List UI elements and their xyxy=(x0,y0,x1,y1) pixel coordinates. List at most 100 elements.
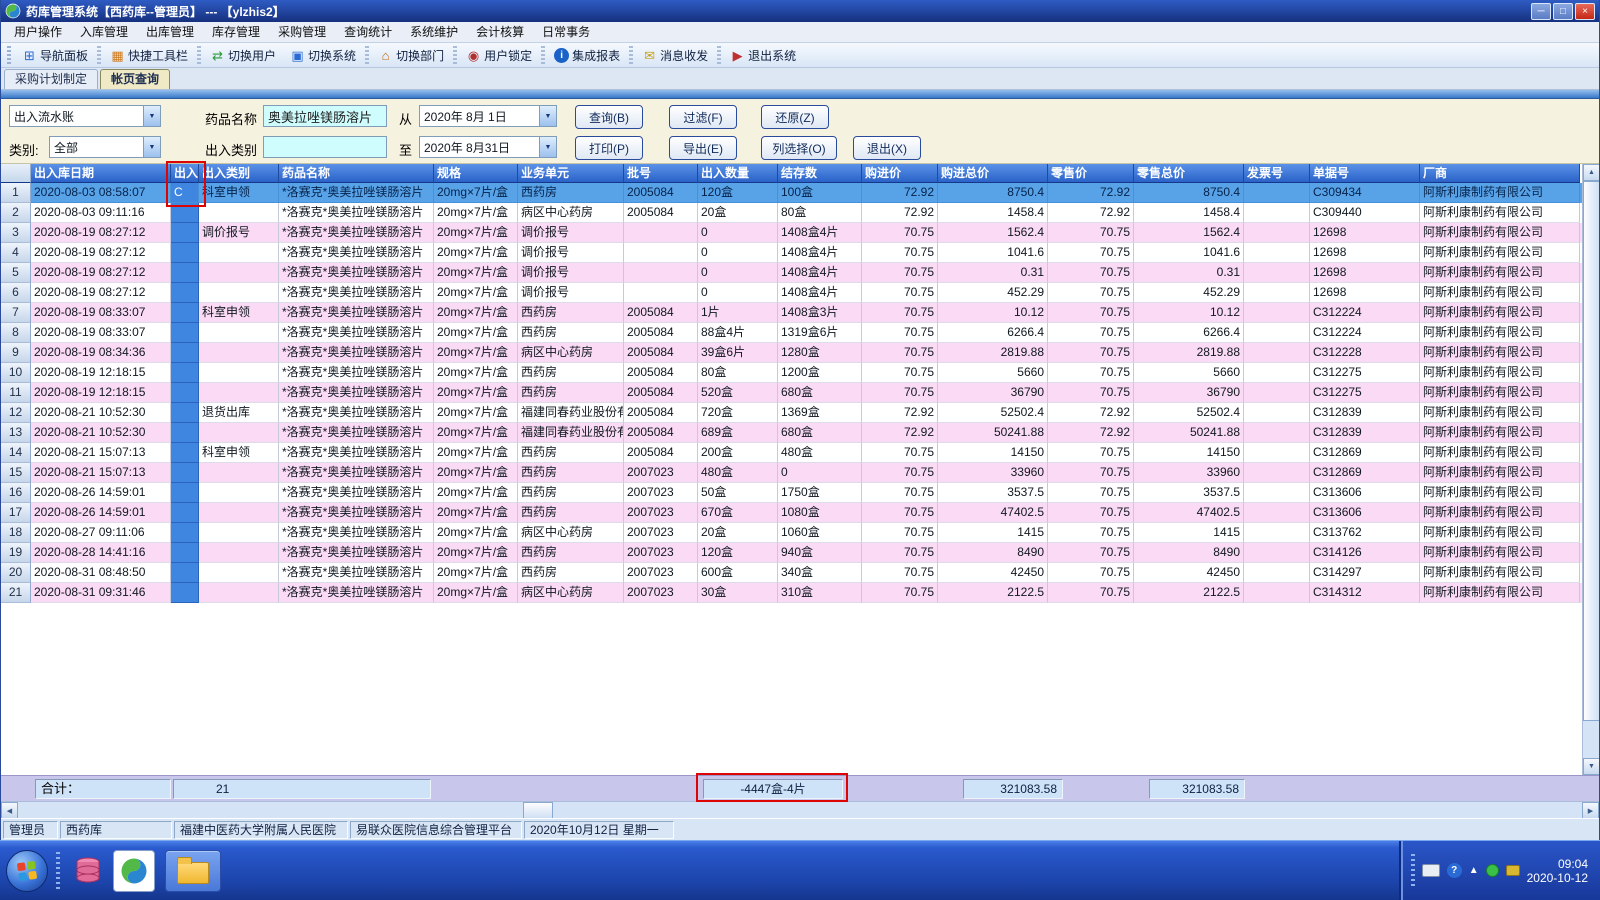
cell-retail-price[interactable]: 72.92 xyxy=(1048,403,1134,423)
cell-date[interactable]: 2020-08-21 15:07:13 xyxy=(31,463,171,483)
menu-item[interactable]: 会计核算 xyxy=(467,22,533,43)
toolbar-reports[interactable]: i 集成报表 xyxy=(547,44,627,67)
cell-retail-total[interactable]: 47402.5 xyxy=(1134,503,1244,523)
cell-retail-total[interactable]: 8750.4 xyxy=(1134,183,1244,203)
column-header-manufacturer[interactable]: 厂商 xyxy=(1420,164,1580,183)
cell-inout[interactable] xyxy=(171,423,199,443)
cell-batch-no[interactable] xyxy=(624,263,698,283)
cell-batch-no[interactable] xyxy=(624,243,698,263)
cell-spec[interactable]: 20mg×7片/盒 xyxy=(434,183,518,203)
horizontal-scrollbar[interactable]: ◀ ▶ xyxy=(1,801,1599,818)
cell-purchase-total[interactable]: 452.29 xyxy=(938,283,1048,303)
cell-business-unit[interactable]: 病区中心药房 xyxy=(518,203,624,223)
cell-drug-name[interactable]: *洛赛克*奥美拉唑镁肠溶片 xyxy=(279,223,434,243)
table-row[interactable]: 7 2020-08-19 08:33:07 科室申领 *洛赛克*奥美拉唑镁肠溶片 20m… xyxy=(1,303,1599,323)
cell-balance[interactable]: 1408盒4片 xyxy=(778,283,862,303)
cell-inout-type[interactable]: 科室申领 xyxy=(199,443,279,463)
column-header-business-unit[interactable]: 业务单元 xyxy=(518,164,624,183)
cell-manufacturer[interactable]: 阿斯利康制药有限公司 xyxy=(1420,583,1580,603)
cell-manufacturer[interactable]: 阿斯利康制药有限公司 xyxy=(1420,383,1580,403)
cell-business-unit[interactable]: 病区中心药房 xyxy=(518,343,624,363)
cell-invoice-no[interactable] xyxy=(1244,343,1310,363)
cell-purchase-total[interactable]: 36790 xyxy=(938,383,1048,403)
cell-purchase-price[interactable]: 70.75 xyxy=(862,483,938,503)
cell-business-unit[interactable]: 西药房 xyxy=(518,563,624,583)
cell-inout[interactable] xyxy=(171,543,199,563)
cell-batch-no[interactable]: 2007023 xyxy=(624,483,698,503)
cell-inout[interactable] xyxy=(171,503,199,523)
restore-button[interactable]: 还原(Z) xyxy=(761,105,829,129)
cell-date[interactable]: 2020-08-19 08:27:12 xyxy=(31,283,171,303)
cell-retail-total[interactable]: 50241.88 xyxy=(1134,423,1244,443)
cell-manufacturer[interactable]: 阿斯利康制药有限公司 xyxy=(1420,363,1580,383)
table-row[interactable]: 9 2020-08-19 08:34:36 *洛赛克*奥美拉唑镁肠溶片 20mg×7片… xyxy=(1,343,1599,363)
cell-retail-price[interactable]: 70.75 xyxy=(1048,343,1134,363)
cell-inout-type[interactable] xyxy=(199,463,279,483)
cell-date[interactable]: 2020-08-21 15:07:13 xyxy=(31,443,171,463)
cell-invoice-no[interactable] xyxy=(1244,463,1310,483)
from-date-select[interactable]: 2020年 8月 1日 ▼ xyxy=(419,105,557,127)
cell-quantity[interactable]: 0 xyxy=(698,223,778,243)
cell-drug-name[interactable]: *洛赛克*奥美拉唑镁肠溶片 xyxy=(279,263,434,283)
cell-batch-no[interactable]: 2005084 xyxy=(624,183,698,203)
cell-retail-total[interactable]: 10.12 xyxy=(1134,303,1244,323)
cell-retail-price[interactable]: 70.75 xyxy=(1048,283,1134,303)
cell-inout-type[interactable]: 科室申领 xyxy=(199,303,279,323)
cell-invoice-no[interactable] xyxy=(1244,243,1310,263)
cell-invoice-no[interactable] xyxy=(1244,323,1310,343)
cell-quantity[interactable]: 670盒 xyxy=(698,503,778,523)
cell-retail-price[interactable]: 70.75 xyxy=(1048,383,1134,403)
cell-date[interactable]: 2020-08-21 10:52:30 xyxy=(31,403,171,423)
cell-purchase-price[interactable]: 70.75 xyxy=(862,343,938,363)
cell-spec[interactable]: 20mg×7片/盒 xyxy=(434,523,518,543)
cell-doc-no[interactable]: C313762 xyxy=(1310,523,1420,543)
cell-balance[interactable]: 1319盒6片 xyxy=(778,323,862,343)
cell-retail-total[interactable]: 2819.88 xyxy=(1134,343,1244,363)
cell-retail-price[interactable]: 72.92 xyxy=(1048,203,1134,223)
toolbar-messages[interactable]: ✉ 消息收发 xyxy=(635,44,715,67)
cell-drug-name[interactable]: *洛赛克*奥美拉唑镁肠溶片 xyxy=(279,243,434,263)
column-header-retail-price[interactable]: 零售价 xyxy=(1048,164,1134,183)
table-row[interactable]: 1 2020-08-03 08:58:07 C 科室申领 *洛赛克*奥美拉唑镁肠溶片 20… xyxy=(1,183,1599,203)
cell-inout[interactable] xyxy=(171,343,199,363)
cell-purchase-total[interactable]: 2819.88 xyxy=(938,343,1048,363)
column-header-drug-name[interactable]: 药品名称 xyxy=(279,164,434,183)
cell-balance[interactable]: 1408盒3片 xyxy=(778,303,862,323)
cell-doc-no[interactable]: C312275 xyxy=(1310,383,1420,403)
table-row[interactable]: 17 2020-08-26 14:59:01 *洛赛克*奥美拉唑镁肠溶片 20mg×7… xyxy=(1,503,1599,523)
cell-inout[interactable] xyxy=(171,323,199,343)
cell-manufacturer[interactable]: 阿斯利康制药有限公司 xyxy=(1420,243,1580,263)
cell-inout[interactable] xyxy=(171,523,199,543)
cell-spec[interactable]: 20mg×7片/盒 xyxy=(434,443,518,463)
cell-business-unit[interactable]: 西药房 xyxy=(518,443,624,463)
cell-balance[interactable]: 1408盒4片 xyxy=(778,263,862,283)
cell-drug-name[interactable]: *洛赛克*奥美拉唑镁肠溶片 xyxy=(279,283,434,303)
minimize-button[interactable]: ─ xyxy=(1531,2,1551,20)
cell-balance[interactable]: 0 xyxy=(778,463,862,483)
table-row[interactable]: 8 2020-08-19 08:33:07 *洛赛克*奥美拉唑镁肠溶片 20mg×7片… xyxy=(1,323,1599,343)
cell-retail-total[interactable]: 42450 xyxy=(1134,563,1244,583)
cell-business-unit[interactable]: 西药房 xyxy=(518,383,624,403)
vertical-scrollbar[interactable]: ▲ ▼ xyxy=(1582,164,1599,775)
cell-business-unit[interactable]: 西药房 xyxy=(518,323,624,343)
cell-manufacturer[interactable]: 阿斯利康制药有限公司 xyxy=(1420,423,1580,443)
cell-quantity[interactable]: 0 xyxy=(698,283,778,303)
cell-inout-type[interactable] xyxy=(199,543,279,563)
menu-item[interactable]: 日常事务 xyxy=(533,22,599,43)
column-header-inout[interactable]: 出入 xyxy=(171,164,199,183)
query-button[interactable]: 查询(B) xyxy=(575,105,643,129)
column-header-date[interactable]: 出入库日期 xyxy=(31,164,171,183)
cell-quantity[interactable]: 0 xyxy=(698,263,778,283)
cell-invoice-no[interactable] xyxy=(1244,403,1310,423)
menu-item[interactable]: 出库管理 xyxy=(137,22,203,43)
cell-invoice-no[interactable] xyxy=(1244,203,1310,223)
table-row[interactable]: 11 2020-08-19 12:18:15 *洛赛克*奥美拉唑镁肠溶片 20mg×7… xyxy=(1,383,1599,403)
cell-manufacturer[interactable]: 阿斯利康制药有限公司 xyxy=(1420,523,1580,543)
cell-retail-price[interactable]: 70.75 xyxy=(1048,563,1134,583)
table-row[interactable]: 21 2020-08-31 09:31:46 *洛赛克*奥美拉唑镁肠溶片 20mg×7… xyxy=(1,583,1599,603)
cell-batch-no[interactable]: 2007023 xyxy=(624,543,698,563)
cell-business-unit[interactable]: 调价报号 xyxy=(518,283,624,303)
cell-batch-no[interactable] xyxy=(624,283,698,303)
cell-invoice-no[interactable] xyxy=(1244,183,1310,203)
cell-balance[interactable]: 1750盒 xyxy=(778,483,862,503)
